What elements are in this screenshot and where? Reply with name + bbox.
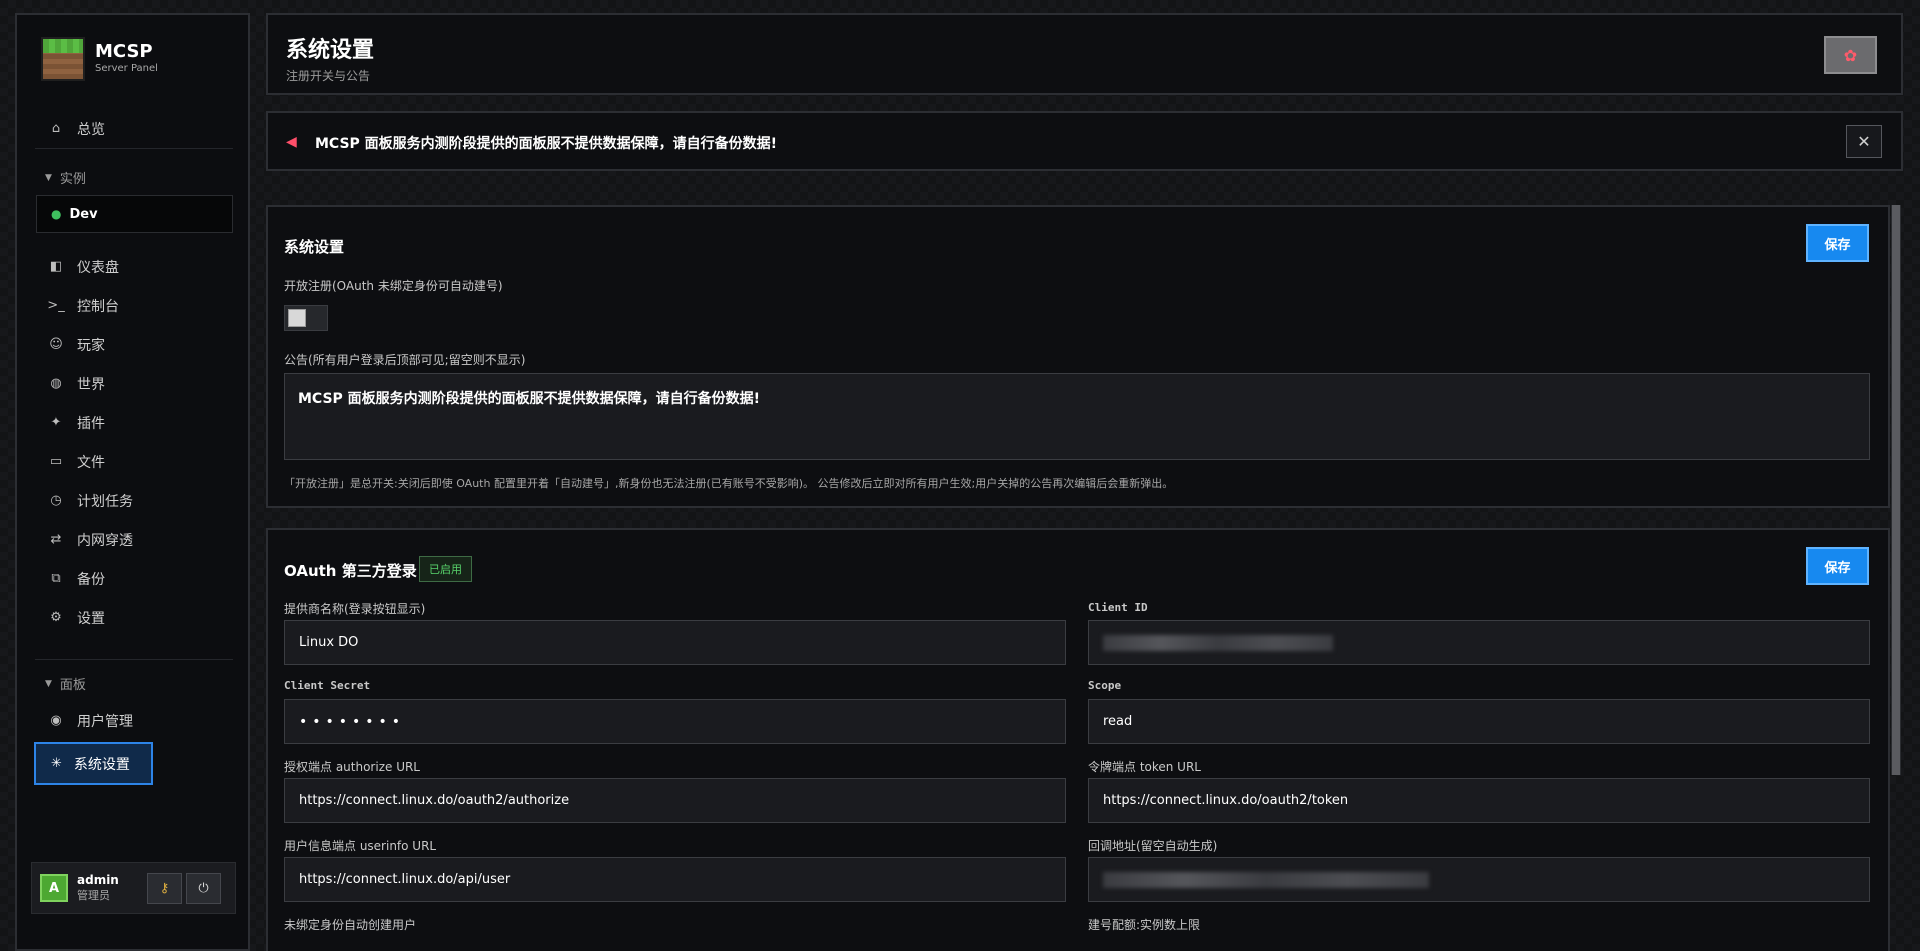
megaphone-icon: ◀: [286, 134, 297, 150]
main-scrollbar[interactable]: [1891, 205, 1901, 775]
instance-dev[interactable]: ● Dev: [36, 195, 233, 233]
tunnel-icon: ⇄: [50, 532, 62, 547]
caret-down-icon: ▼: [45, 172, 52, 183]
close-icon: ✕: [1857, 132, 1871, 151]
logout-button[interactable]: ⏻: [186, 872, 221, 904]
clock-icon: ◷: [50, 493, 62, 508]
page-header: 系统设置 注册开关与公告 ✿: [266, 13, 1903, 95]
card-title: 系统设置: [284, 238, 345, 256]
key-icon: ⚷: [159, 880, 170, 896]
announcement-textarea[interactable]: MCSP 面板服务内测阶段提供的面板服不提供数据保障，请自行备份数据!: [284, 373, 1870, 460]
nav-user-management[interactable]: ◉ 用户管理: [17, 701, 248, 740]
client-secret-input[interactable]: ••••••••: [284, 699, 1066, 744]
nav-overview-label: 总览: [77, 121, 105, 138]
divider: [35, 659, 233, 660]
save-oauth-button[interactable]: 保存: [1806, 547, 1869, 585]
nav-system-settings[interactable]: ✳ 系统设置: [34, 742, 153, 785]
theme-toggle-button[interactable]: ✿: [1824, 36, 1877, 74]
authorize-url-input[interactable]: https://connect.linux.do/oauth2/authoriz…: [284, 778, 1066, 823]
folder-icon: ▭: [49, 454, 63, 469]
authorize-label: 授权端点 authorize URL: [284, 760, 420, 774]
leaf-icon: ●: [51, 207, 62, 221]
announcement-label: 公告(所有用户登录后顶部可见;留空则不显示): [284, 353, 526, 367]
client-secret-label: Client Secret: [284, 679, 371, 692]
section-instances[interactable]: ▼ 实例: [45, 168, 86, 187]
redacted-value: [1103, 871, 1429, 888]
caret-down-icon: ▼: [45, 678, 52, 689]
gear-icon: ⚙: [50, 610, 62, 625]
backup-icon: ⧉: [51, 571, 61, 586]
callback-label: 回调地址(留空自动生成): [1088, 839, 1218, 853]
instance-name: Dev: [69, 206, 98, 222]
globe-icon: ◍: [50, 376, 62, 391]
nav-worlds[interactable]: ◍ 世界: [17, 364, 248, 403]
palette-icon: ✿: [1843, 45, 1858, 65]
redacted-value: [1103, 634, 1333, 651]
divider: [35, 148, 233, 149]
callback-url-input[interactable]: [1088, 857, 1870, 902]
nav-console[interactable]: >_ 控制台: [17, 286, 248, 325]
close-announcement-button[interactable]: ✕: [1846, 125, 1882, 158]
userinfo-url-input[interactable]: https://connect.linux.do/api/user: [284, 857, 1066, 902]
token-url-input[interactable]: https://connect.linux.do/oauth2/token: [1088, 778, 1870, 823]
status-badge: 已启用: [419, 556, 472, 582]
change-password-button[interactable]: ⚷: [147, 872, 182, 904]
userinfo-label: 用户信息端点 userinfo URL: [284, 839, 437, 853]
home-icon: ⌂: [51, 121, 61, 136]
user-bar: A admin 管理员 ⚷ ⏻: [31, 862, 236, 914]
terminal-icon: >_: [47, 298, 65, 313]
asterisk-icon: ✳: [51, 756, 62, 771]
provider-input[interactable]: Linux DO: [284, 620, 1066, 665]
page-subtitle: 注册开关与公告: [286, 69, 371, 83]
client-id-label: Client ID: [1088, 601, 1148, 614]
player-icon: ☺: [49, 337, 63, 352]
nav-settings[interactable]: ⚙ 设置: [17, 598, 248, 637]
users-icon: ◉: [50, 713, 62, 728]
registration-toggle[interactable]: [284, 305, 328, 331]
oauth-card: OAuth 第三方登录 已启用 保存 提供商名称(登录按钮显示) Linux D…: [266, 528, 1890, 951]
toggle-knob: [288, 309, 306, 327]
token-label: 令牌端点 token URL: [1088, 760, 1201, 774]
avatar[interactable]: A: [40, 874, 68, 902]
scrollbar-thumb[interactable]: [1892, 205, 1900, 775]
provider-label: 提供商名称(登录按钮显示): [284, 602, 426, 616]
nav-scheduled-tasks[interactable]: ◷ 计划任务: [17, 481, 248, 520]
brand-name: MCSP: [95, 41, 153, 62]
brand-subtitle: Server Panel: [95, 63, 158, 74]
save-system-button[interactable]: 保存: [1806, 224, 1869, 262]
announcement-text: MCSP 面板服务内测阶段提供的面板服不提供数据保障，请自行备份数据!: [315, 136, 778, 152]
page-title: 系统设置: [286, 38, 375, 63]
logo-grass-block: [41, 37, 85, 81]
plugin-icon: ✦: [50, 415, 62, 430]
system-settings-card: 系统设置 保存 开放注册(OAuth 未绑定身份可自动建号) 公告(所有用户登录…: [266, 205, 1890, 508]
user-name: admin: [77, 873, 119, 887]
sidebar: MCSP Server Panel ⌂ 总览 ▼ 实例 ● Dev ◧ 仪表盘 …: [15, 13, 250, 951]
nav-overview[interactable]: ⌂ 总览: [17, 109, 248, 148]
scope-input[interactable]: read: [1088, 699, 1870, 744]
power-icon: ⏻: [198, 880, 209, 896]
nav-plugins[interactable]: ✦ 插件: [17, 403, 248, 442]
nav-tunnel[interactable]: ⇄ 内网穿透: [17, 520, 248, 559]
nav-files[interactable]: ▭ 文件: [17, 442, 248, 481]
card-title: OAuth 第三方登录: [284, 562, 417, 580]
brand[interactable]: MCSP Server Panel: [41, 37, 158, 81]
nav-players[interactable]: ☺ 玩家: [17, 325, 248, 364]
scope-label: Scope: [1088, 679, 1122, 692]
registration-label: 开放注册(OAuth 未绑定身份可自动建号): [284, 279, 503, 293]
nav-backup[interactable]: ⧉ 备份: [17, 559, 248, 598]
auto-create-label: 未绑定身份自动创建用户: [284, 918, 417, 932]
settings-hint: 「开放注册」是总开关:关闭后即使 OAuth 配置里开着「自动建号」,新身份也无…: [284, 477, 1174, 490]
announcement-banner: ◀ MCSP 面板服务内测阶段提供的面板服不提供数据保障，请自行备份数据! ✕: [266, 111, 1903, 171]
section-panel[interactable]: ▼ 面板: [45, 674, 86, 693]
dashboard-icon: ◧: [49, 259, 63, 274]
user-role: 管理员: [77, 889, 110, 902]
quota-label: 建号配额:实例数上限: [1088, 918, 1201, 932]
nav-dashboard[interactable]: ◧ 仪表盘: [17, 247, 248, 286]
client-id-input[interactable]: [1088, 620, 1870, 665]
